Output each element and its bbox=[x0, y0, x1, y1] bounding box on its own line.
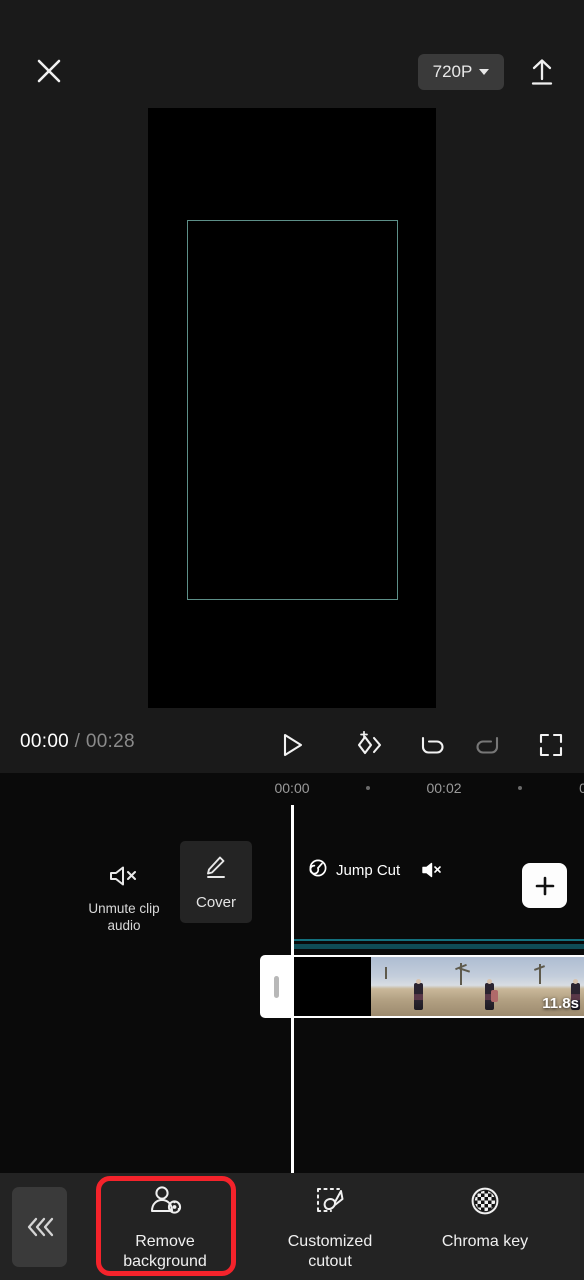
total-time: 00:28 bbox=[85, 731, 135, 752]
timeline-ruler[interactable]: 00:00 00:02 0 bbox=[0, 773, 584, 807]
undo-icon[interactable] bbox=[410, 727, 450, 763]
playhead[interactable] bbox=[291, 805, 294, 1173]
cutout-line2: cutout bbox=[308, 1252, 352, 1270]
video-editor-screen: 720P 00:00 / 00:28 00:00 00:02 0 Unmute … bbox=[0, 0, 584, 1280]
customized-cutout-button[interactable]: Customized cutout bbox=[266, 1183, 394, 1271]
chroma-key-button[interactable]: Chroma key bbox=[421, 1183, 549, 1271]
person-cutout-icon bbox=[145, 1183, 185, 1224]
fullscreen-icon[interactable] bbox=[531, 727, 571, 763]
trim-grip bbox=[273, 975, 279, 998]
remove-background-label: Remove background bbox=[123, 1232, 207, 1271]
jump-cut-label: Jump Cut bbox=[336, 861, 401, 879]
playback-control-bar: 00:00 / 00:28 bbox=[0, 715, 584, 773]
chevrons-left-icon bbox=[27, 1217, 53, 1237]
add-keyframe-icon[interactable] bbox=[349, 727, 389, 763]
time-separator: / bbox=[74, 731, 81, 752]
timeline-panel[interactable]: 00:00 00:02 0 Unmute clip audio Cover Ju… bbox=[0, 773, 584, 1173]
resolution-label: 720P bbox=[432, 62, 473, 81]
upload-icon[interactable] bbox=[524, 52, 560, 92]
video-canvas[interactable] bbox=[148, 108, 436, 708]
checkerboard-circle-icon bbox=[467, 1183, 503, 1224]
unmute-clip-audio-label: Unmute clip audio bbox=[88, 901, 159, 934]
clip-trim-handle-left[interactable] bbox=[260, 955, 292, 1018]
ruler-tick-2: 00:02 bbox=[426, 780, 462, 796]
brush-selection-icon bbox=[311, 1183, 349, 1224]
play-icon[interactable] bbox=[272, 727, 312, 763]
resolution-selector[interactable]: 720P bbox=[418, 54, 504, 90]
jump-cut-button[interactable]: Jump Cut bbox=[308, 855, 444, 885]
ruler-tick-0: 00:00 bbox=[274, 780, 310, 796]
selection-bounding-box[interactable] bbox=[187, 220, 398, 600]
linked-audio-track bbox=[292, 944, 584, 949]
clip-black-segment bbox=[292, 957, 371, 1016]
cover-button[interactable]: Cover bbox=[180, 841, 252, 923]
close-icon[interactable] bbox=[30, 52, 68, 90]
video-clip[interactable]: 11.8s bbox=[292, 955, 584, 1018]
redo-icon[interactable] bbox=[470, 727, 510, 763]
collapse-toolbar-button[interactable] bbox=[12, 1187, 67, 1267]
customized-cutout-label: Customized cutout bbox=[288, 1232, 372, 1271]
ruler-tick-dot-1 bbox=[366, 786, 370, 790]
time-display: 00:00 / 00:28 bbox=[20, 731, 135, 753]
chroma-key-label: Chroma key bbox=[441, 1233, 529, 1250]
linked-audio-line-top bbox=[292, 939, 584, 941]
plus-icon bbox=[535, 876, 554, 895]
unmute-clip-audio-button[interactable]: Unmute clip audio bbox=[75, 863, 173, 941]
current-time: 00:00 bbox=[20, 731, 70, 752]
cutout-line1: Customized bbox=[287, 1233, 373, 1250]
cover-label: Cover bbox=[195, 893, 236, 911]
remove-bg-line2: background bbox=[123, 1252, 207, 1270]
preview-area bbox=[0, 108, 584, 715]
top-bar: 720P bbox=[0, 0, 584, 108]
ruler-tick-4: 0 bbox=[579, 780, 584, 796]
remove-background-button[interactable]: Remove background bbox=[101, 1183, 229, 1271]
clip-thumbnail bbox=[371, 957, 442, 1016]
speaker-mute-icon bbox=[107, 863, 141, 894]
bottom-toolbar: Remove background Customized cutout Chro… bbox=[0, 1173, 584, 1280]
unmute-label-line2: audio bbox=[107, 917, 141, 933]
clip-thumbnail bbox=[442, 957, 513, 1016]
add-clip-button[interactable] bbox=[522, 863, 567, 908]
unmute-label-line1: Unmute clip bbox=[88, 901, 160, 916]
ruler-tick-dot-3 bbox=[518, 786, 522, 790]
clip-mute-icon[interactable] bbox=[420, 860, 444, 880]
jump-cut-icon bbox=[308, 858, 328, 883]
remove-bg-line1: Remove bbox=[135, 1233, 195, 1250]
pencil-edit-icon bbox=[202, 854, 230, 885]
clip-duration-label: 11.8s bbox=[542, 995, 579, 1012]
chevron-down-icon bbox=[479, 69, 490, 75]
